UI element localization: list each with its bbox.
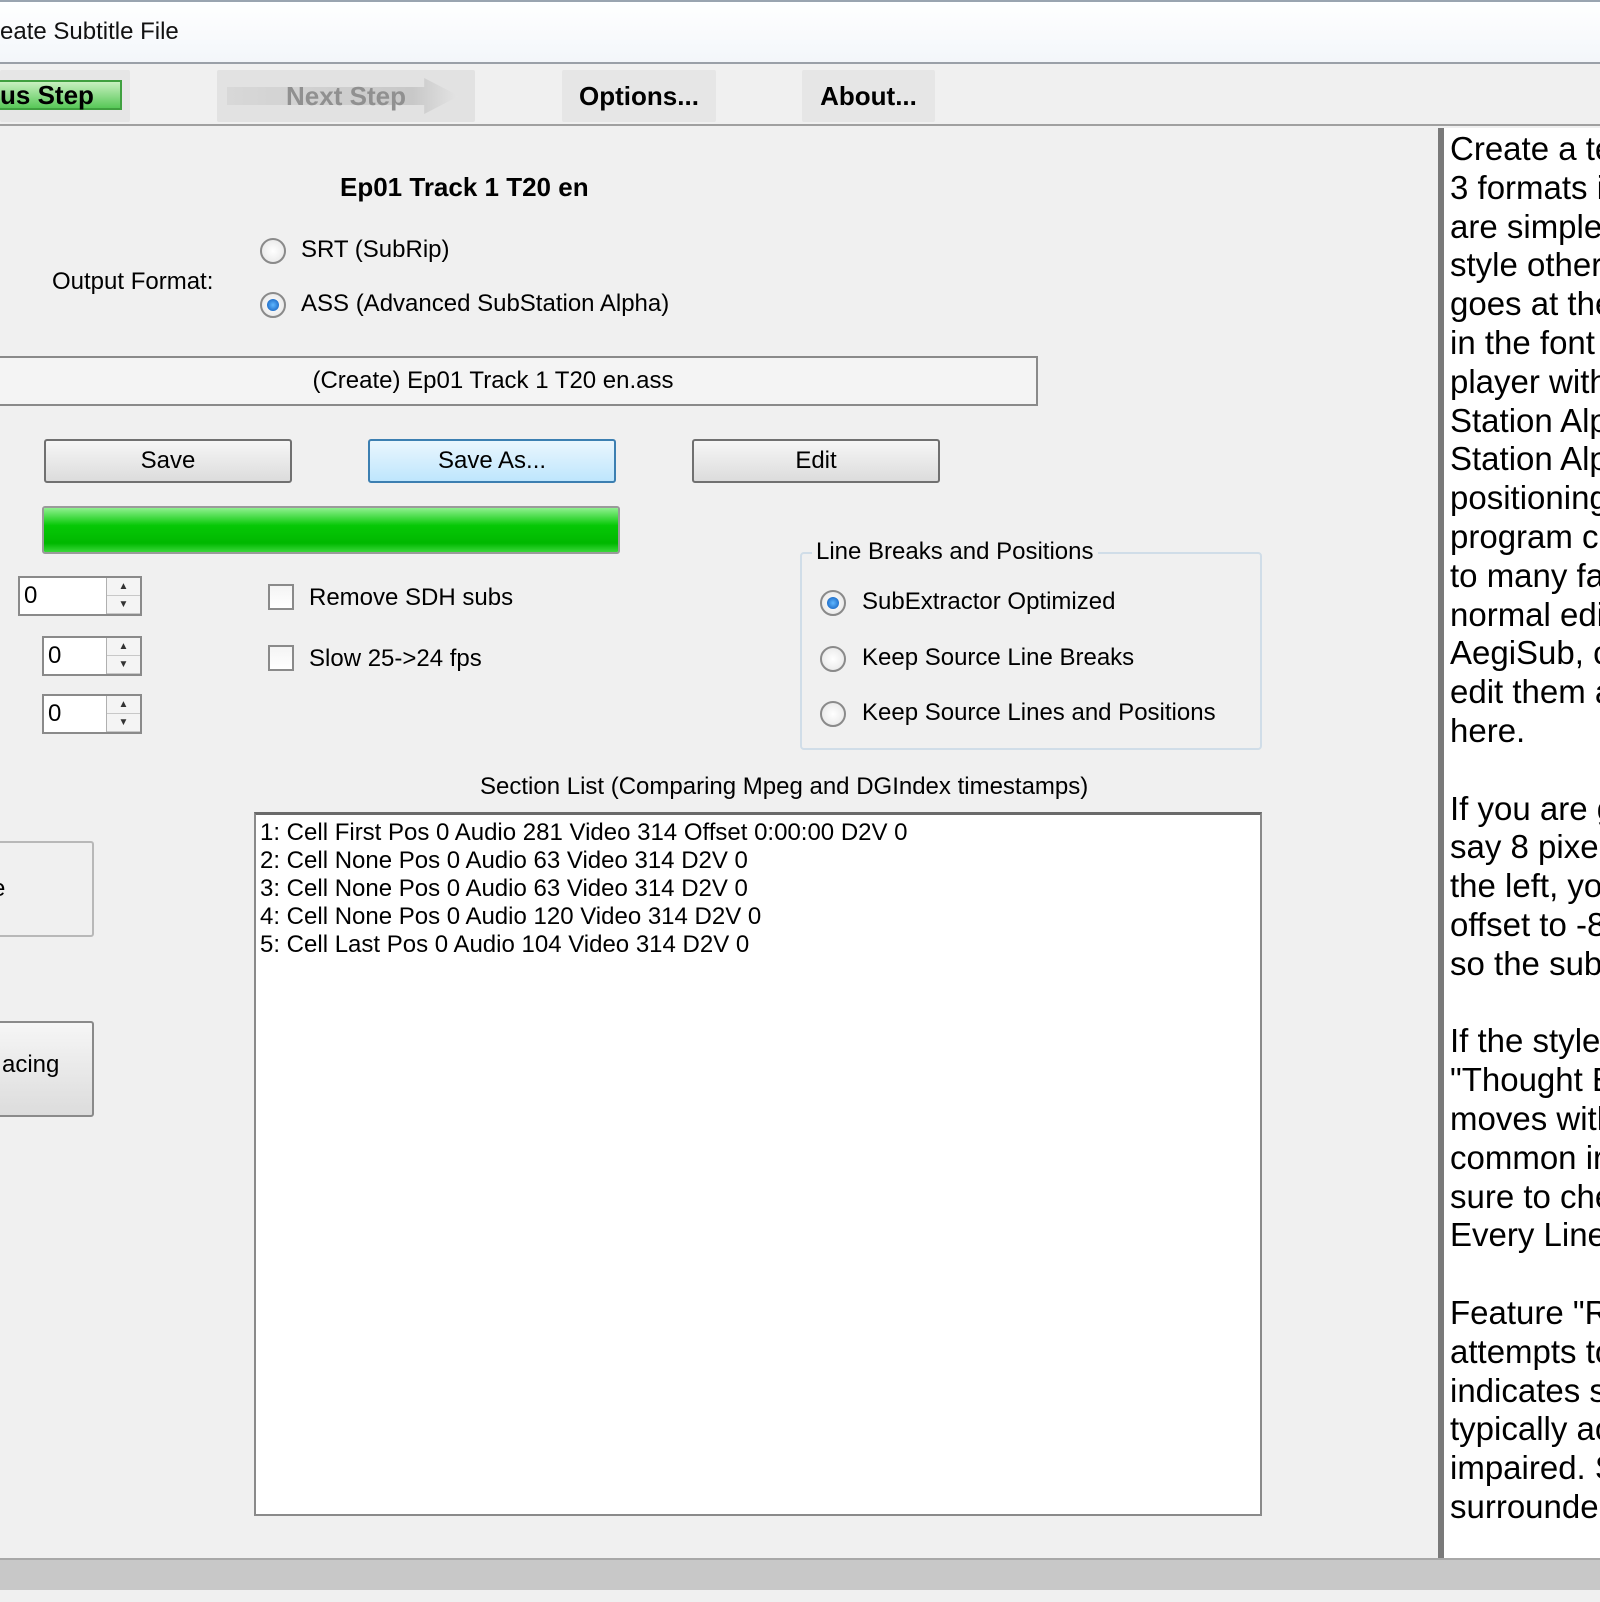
list-item[interactable]: 4: Cell None Pos 0 Audio 120 Video 314 D… [260, 903, 1256, 931]
list-item[interactable]: 1: Cell First Pos 0 Audio 281 Video 314 … [260, 819, 1256, 847]
next-step-label: Next Step [286, 80, 406, 111]
stepper-up-icon[interactable]: ▲ [107, 638, 140, 656]
offset-stepper-3[interactable]: 0 ▲ ▼ [42, 694, 142, 734]
file-path-text: (Create) Ep01 Track 1 T20 en.ass [312, 367, 674, 394]
spacing-button[interactable]: acing [0, 1021, 94, 1117]
list-item[interactable]: 2: Cell None Pos 0 Audio 63 Video 314 D2… [260, 847, 1256, 875]
remove-sdh-label[interactable]: Remove SDH subs [309, 584, 513, 612]
list-item[interactable]: 5: Cell Last Pos 0 Audio 104 Video 314 D… [260, 931, 1256, 959]
section-list[interactable]: 1: Cell First Pos 0 Audio 281 Video 314 … [254, 812, 1262, 1516]
subextractor-optimized-label[interactable]: SubExtractor Optimized [862, 588, 1115, 616]
stepper-2-value[interactable]: 0 [48, 642, 61, 670]
window-title: eate Subtitle File [0, 18, 179, 45]
keep-line-breaks-label[interactable]: Keep Source Line Breaks [862, 644, 1134, 672]
srt-format-label[interactable]: SRT (SubRip) [301, 236, 450, 264]
keep-line-breaks-radio[interactable] [820, 646, 846, 672]
save-button[interactable]: Save [44, 439, 292, 483]
status-bar [0, 1558, 1600, 1602]
options-button[interactable]: Options... [562, 70, 716, 122]
status-bar-strip [0, 1590, 1600, 1602]
save-as-button[interactable]: Save As... [368, 439, 616, 483]
progress-bar [42, 506, 620, 554]
edit-button[interactable]: Edit [692, 439, 940, 483]
about-button[interactable]: About... [802, 70, 935, 122]
stepper-down-icon[interactable]: ▼ [107, 596, 140, 614]
file-path-field: (Create) Ep01 Track 1 T20 en.ass [0, 356, 1038, 406]
spacing-button-label: acing [2, 1051, 60, 1078]
list-item[interactable]: 3: Cell None Pos 0 Audio 63 Video 314 D2… [260, 875, 1256, 903]
srt-format-radio[interactable] [260, 238, 286, 264]
ass-format-radio[interactable] [260, 292, 286, 318]
stepper-up-icon[interactable]: ▲ [107, 578, 140, 596]
keep-lines-positions-radio[interactable] [820, 701, 846, 727]
help-panel[interactable]: Create a te 3 formats i are simple style… [1438, 128, 1600, 1558]
stepper-3-value[interactable]: 0 [48, 700, 61, 728]
ass-format-label[interactable]: ASS (Advanced SubStation Alpha) [301, 290, 669, 318]
help-text: Create a te 3 formats i are simple style… [1450, 130, 1600, 1525]
slow-fps-label[interactable]: Slow 25->24 fps [309, 645, 482, 673]
offset-stepper-1[interactable]: 0 ▲ ▼ [18, 576, 142, 616]
stepper-up-icon[interactable]: ▲ [107, 696, 140, 714]
side-group-label: e [0, 875, 5, 903]
section-list-title: Section List (Comparing Mpeg and DGIndex… [480, 773, 1089, 800]
title-bar: eate Subtitle File [0, 0, 1600, 64]
line-breaks-title: Line Breaks and Positions [812, 538, 1098, 566]
output-format-label: Output Format: [52, 268, 214, 295]
offset-stepper-2[interactable]: 0 ▲ ▼ [42, 636, 142, 676]
previous-step-label: us Step [0, 80, 94, 110]
stepper-1-value[interactable]: 0 [24, 582, 37, 610]
file-title: Ep01 Track 1 T20 en [340, 172, 589, 202]
slow-fps-checkbox[interactable] [268, 645, 294, 671]
previous-step-button[interactable]: us Step [0, 70, 130, 122]
subextractor-optimized-radio[interactable] [820, 590, 846, 616]
progress-fill [44, 508, 618, 552]
stepper-down-icon[interactable]: ▼ [107, 656, 140, 674]
side-group-box: e [0, 841, 94, 937]
toolbar: us Step Next Step Options... About... [0, 64, 1600, 126]
next-step-button[interactable]: Next Step [217, 70, 475, 122]
remove-sdh-checkbox[interactable] [268, 584, 294, 610]
stepper-down-icon[interactable]: ▼ [107, 714, 140, 732]
keep-lines-positions-label[interactable]: Keep Source Lines and Positions [862, 699, 1216, 727]
